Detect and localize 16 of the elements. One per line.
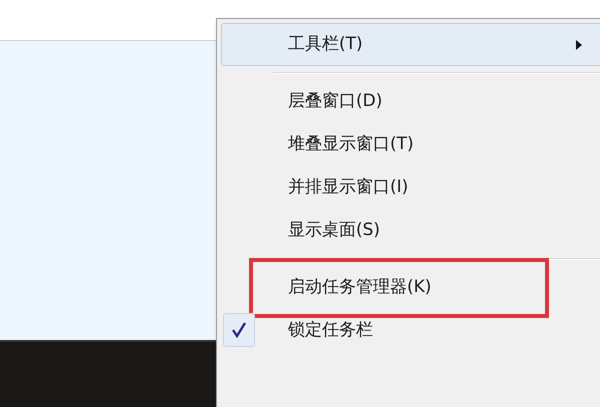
menu-item-label: 显示桌面(S)	[288, 218, 380, 242]
menu-item[interactable]: 并排显示窗口(I)	[221, 166, 600, 209]
menu-item-label: 工具栏(T)	[288, 32, 363, 56]
menu-item-label: 层叠窗口(D)	[288, 90, 382, 113]
menu-item[interactable]: 显示桌面(S)	[221, 209, 600, 252]
submenu-arrow-icon	[576, 40, 582, 50]
menu-item[interactable]: 层叠窗口(D)	[221, 80, 600, 123]
menu-item[interactable]: 堆叠显示窗口(T)	[221, 123, 600, 166]
menu-item-label: 锁定任务栏	[288, 318, 373, 342]
menu-item-label: 启动任务管理器(K)	[288, 276, 432, 299]
menu-item[interactable]: 工具栏(T)	[221, 23, 600, 66]
menu-item[interactable]: 启动任务管理器(K)	[221, 266, 600, 309]
menu-item-label: 并排显示窗口(I)	[288, 176, 408, 199]
menu-item[interactable]: 锁定任务栏	[221, 309, 600, 352]
menu-item-label: 堆叠显示窗口(T)	[288, 132, 414, 156]
checkmark-icon	[223, 313, 255, 347]
